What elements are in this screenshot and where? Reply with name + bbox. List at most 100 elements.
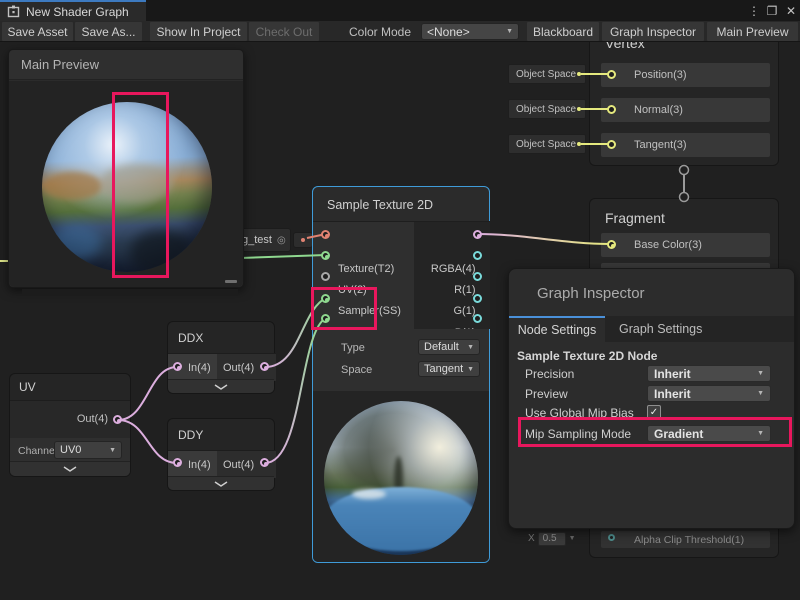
tab-graph-settings[interactable]: Graph Settings (619, 316, 702, 342)
vertex-row-normal: Normal(3) (601, 98, 770, 122)
pool (324, 487, 478, 551)
color-mode-label: Color Mode (349, 22, 411, 41)
shader-graph-window: New Shader Graph ⋮ ❐ ✕ Save Asset Save A… (0, 0, 800, 600)
uv-collapse-button[interactable] (10, 461, 130, 476)
a1-port[interactable] (473, 314, 482, 323)
uv2-port[interactable] (321, 251, 330, 260)
r1-port[interactable] (473, 251, 482, 260)
object-space-badge-tangent[interactable]: Object Space (508, 134, 586, 154)
fragment-row-alphaclip: Alpha Clip Threshold(1) (601, 531, 770, 548)
vertex-row-position: Position(3) (601, 63, 770, 87)
main-preview-header[interactable]: Main Preview (9, 50, 243, 80)
texture-t2-port[interactable] (321, 230, 330, 239)
object-space-badge-normal[interactable]: Object Space (508, 99, 586, 119)
inspector-tab-row: Node Settings Graph Settings (509, 316, 794, 342)
uv-node[interactable]: UV Out(4) Channe UV0▼ (9, 373, 131, 477)
normal-port[interactable] (607, 105, 616, 114)
uv-channel-dropdown[interactable]: UV0▼ (54, 441, 122, 459)
chevron-down-icon: ▼ (467, 366, 474, 373)
ddx-collapse-button[interactable] (168, 379, 274, 393)
ddx-node-title: DDX (178, 331, 203, 345)
chevron-down-icon: ▼ (467, 344, 474, 351)
position-port[interactable] (607, 70, 616, 79)
vertex-node-title: Vertex (605, 42, 645, 51)
chevron-down-icon: ▼ (757, 390, 764, 397)
save-asset-button[interactable]: Save Asset (2, 22, 73, 41)
b1-port[interactable] (473, 294, 482, 303)
ddx-in-label: In(4) (188, 362, 211, 374)
kebab-menu-icon[interactable]: ⋮ (746, 0, 762, 21)
space-label: Space (341, 364, 372, 376)
badge-port-dot (577, 142, 581, 146)
uv-node-title: UV (19, 380, 36, 394)
ddy-in-port[interactable] (173, 458, 182, 467)
toolbar: Save Asset Save As... Show In Project Ch… (0, 21, 800, 42)
save-as-button[interactable]: Save As... (75, 22, 142, 41)
tangent-port[interactable] (607, 140, 616, 149)
badge-port-dot (577, 72, 581, 76)
badge-port-dot (577, 107, 581, 111)
preview-toggle-icon[interactable]: ◎ (277, 235, 286, 246)
tab-new-shader-graph[interactable]: New Shader Graph (0, 0, 146, 21)
show-in-project-button[interactable]: Show In Project (150, 22, 247, 41)
rgba4-port[interactable] (473, 230, 482, 239)
uv-out-label: Out(4) (77, 413, 108, 425)
fragment-row-basecolor: Base Color(3) (601, 233, 770, 257)
precision-dropdown[interactable]: Inherit▼ (647, 365, 771, 382)
vertex-row-tangent: Tangent(3) (601, 133, 770, 157)
main-preview-toggle-button[interactable]: Main Preview (707, 22, 798, 41)
chevron-down-icon (214, 384, 228, 390)
annotation-highlight-ddx-ddy (311, 287, 377, 330)
inspector-section-header: Sample Texture 2D Node (517, 349, 657, 363)
ddx-in-port[interactable] (173, 362, 182, 371)
maximize-icon[interactable]: ❐ (764, 0, 780, 21)
chevron-down-icon (63, 466, 77, 472)
g1-port[interactable] (473, 272, 482, 281)
type-label: Type (341, 342, 365, 354)
alpha-clip-port[interactable] (608, 534, 615, 541)
ddy-node[interactable]: DDY In(4) Out(4) (167, 418, 275, 491)
annotation-highlight-preview (112, 92, 169, 278)
chevron-down-icon: ▼ (569, 535, 576, 542)
ddx-node[interactable]: DDX In(4) Out(4) (167, 321, 275, 394)
rgba-output-label: RGBA(4) (431, 263, 476, 275)
ddx-out-port[interactable] (260, 362, 269, 371)
sampler-ss-port[interactable] (321, 272, 330, 281)
resize-grip[interactable] (225, 280, 237, 283)
graph-inspector-title: Graph Inspector (537, 285, 645, 302)
color-mode-dropdown[interactable]: <None>▼ (421, 23, 519, 40)
alpha-clip-default-badge[interactable]: X 0.5 ▼ (528, 530, 592, 547)
preview-dropdown[interactable]: Inherit▼ (647, 385, 771, 402)
sample-texture-2d-node[interactable]: Sample Texture 2D Texture(T2) UV(2) Samp… (312, 186, 490, 563)
uv-out-port[interactable] (113, 415, 122, 424)
vertex-node[interactable]: Vertex Position(3) Normal(3) Tangent(3) (589, 42, 779, 166)
blue-reflection (50, 224, 102, 260)
tab-node-settings[interactable]: Node Settings (509, 316, 605, 342)
ddy-out-port[interactable] (260, 458, 269, 467)
chevron-down-icon: ▼ (506, 28, 513, 35)
fragment-node-title: Fragment (605, 210, 665, 226)
base-color-port[interactable] (607, 240, 616, 249)
sample-options-panel: Type Default▼ Space Tangent▼ (313, 329, 489, 391)
uv-channel-row: Channe UV0▼ (10, 438, 130, 463)
ddx-out-label: Out(4) (223, 362, 254, 374)
sample-node-title: Sample Texture 2D (327, 198, 433, 212)
check-out-button[interactable]: Check Out (249, 22, 319, 41)
g-output-label: G(1) (454, 305, 476, 317)
graph-inspector-panel[interactable]: Graph Inspector Node Settings Graph Sett… (508, 268, 795, 529)
space-dropdown[interactable]: Tangent▼ (418, 361, 480, 377)
uv-body: Out(4) (10, 400, 130, 438)
tab-bar: New Shader Graph ⋮ ❐ ✕ (0, 0, 800, 21)
object-space-badge-position[interactable]: Object Space (508, 64, 586, 84)
alpha-value-field[interactable]: 0.5 (538, 532, 566, 546)
close-icon[interactable]: ✕ (783, 0, 799, 21)
texture-input-label: Texture(T2) (338, 263, 394, 275)
panel-shadow-strip (22, 289, 238, 296)
gtest-output-stub[interactable] (293, 232, 313, 248)
graph-canvas[interactable]: Vertex Position(3) Normal(3) Tangent(3) … (0, 42, 800, 600)
type-dropdown[interactable]: Default▼ (418, 339, 480, 355)
graph-inspector-toggle-button[interactable]: Graph Inspector (602, 22, 704, 41)
uv-channel-label: Channe (18, 445, 55, 457)
blackboard-toggle-button[interactable]: Blackboard (527, 22, 599, 41)
ddy-collapse-button[interactable] (168, 476, 274, 490)
